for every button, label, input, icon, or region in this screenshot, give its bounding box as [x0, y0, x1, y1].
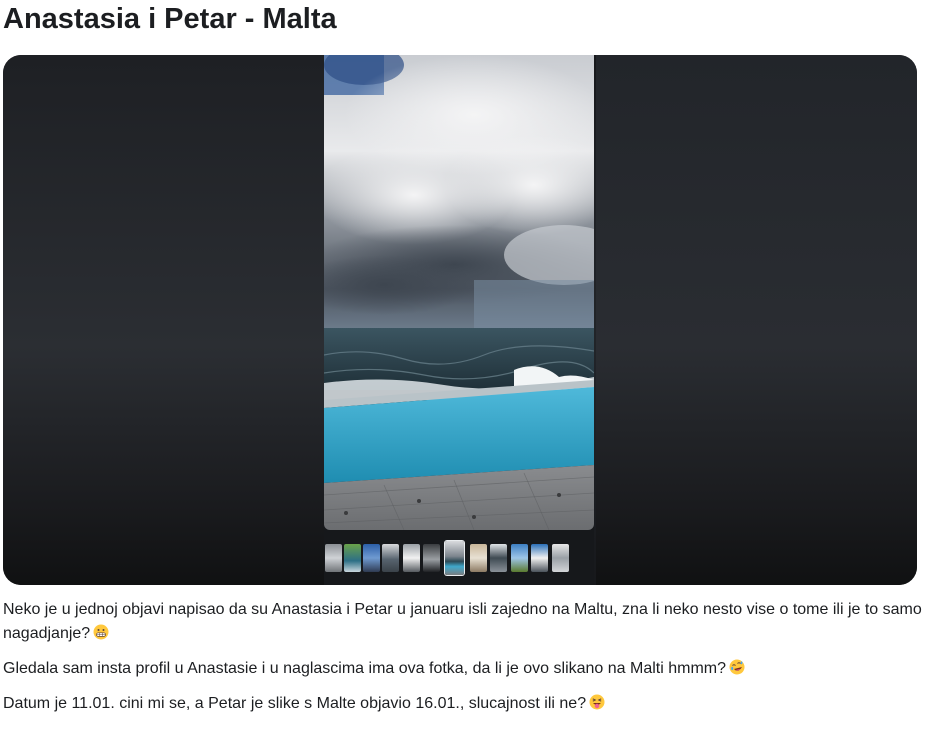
grimacing-face-emoji-icon	[93, 624, 109, 640]
post-paragraph-3: Datum je 11.01. cini mi se, a Petar je s…	[3, 692, 933, 716]
media-backdrop-left	[3, 55, 324, 585]
thumbnail-7-active[interactable]	[445, 541, 464, 575]
thumbnail-12[interactable]	[552, 544, 569, 572]
thumbnail-4[interactable]	[382, 544, 399, 572]
rolling-on-floor-laughing-emoji-icon	[729, 659, 745, 675]
thumbnail-3[interactable]	[363, 544, 380, 572]
photo-column	[324, 55, 594, 585]
thumbnail-6[interactable]	[423, 544, 440, 572]
post-title: Anastasia i Petar - Malta	[3, 3, 337, 35]
thumbnail-1[interactable]	[325, 544, 342, 572]
thumbnail-8[interactable]	[470, 544, 487, 572]
thumbnail-9[interactable]	[490, 544, 507, 572]
media-backdrop-right	[596, 55, 917, 585]
thumbnail-11[interactable]	[531, 544, 548, 572]
post-paragraph-3-text: Datum je 11.01. cini mi se, a Petar je s…	[3, 695, 587, 712]
thumbnail-2[interactable]	[344, 544, 361, 572]
post-paragraph-2: Gledala sam insta profil u Anastasie i u…	[3, 657, 933, 681]
media-viewer[interactable]	[3, 55, 917, 585]
media-photo[interactable]	[324, 55, 594, 530]
thumbnail-strip	[324, 541, 594, 575]
post-paragraph-2-text: Gledala sam insta profil u Anastasie i u…	[3, 660, 727, 677]
post-paragraph-1-text: Neko je u jednoj objavi napisao da su An…	[3, 601, 922, 642]
squinting-face-with-tongue-emoji-icon	[589, 694, 605, 710]
thumbnail-10[interactable]	[511, 544, 528, 572]
post-paragraph-1: Neko je u jednoj objavi napisao da su An…	[3, 598, 933, 646]
thumbnail-5[interactable]	[403, 544, 420, 572]
photo-image	[324, 55, 594, 530]
